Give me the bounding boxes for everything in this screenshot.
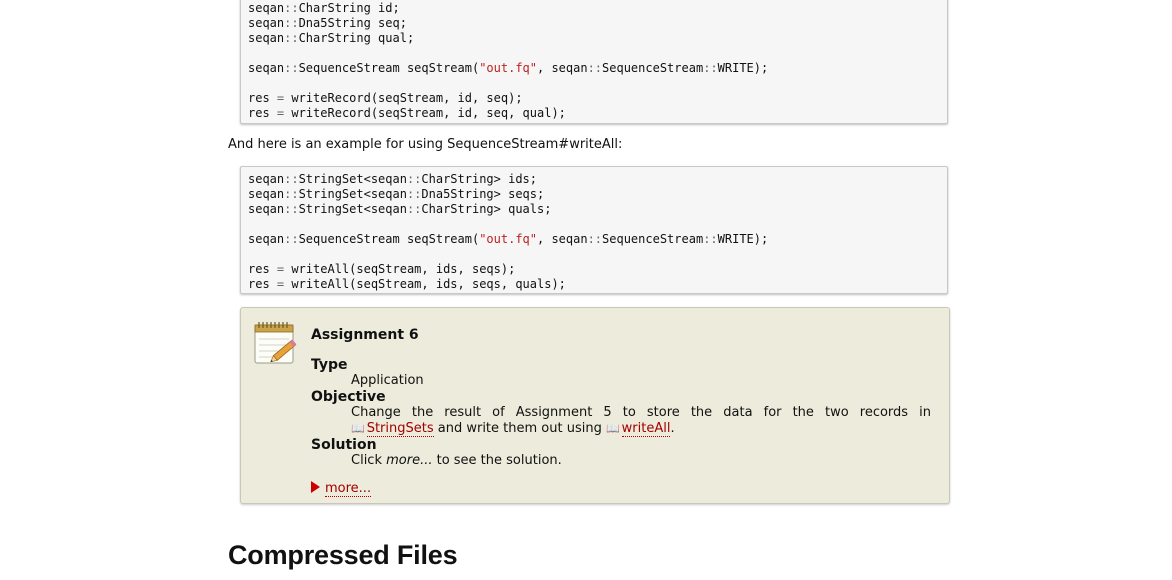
code-line: seqan::StringSet<seqan::CharString> ids; bbox=[248, 172, 947, 187]
code-token: res bbox=[248, 262, 277, 276]
code-token: writeRecord(seqStream, id, seq); bbox=[284, 91, 523, 105]
notepad-pencil-icon bbox=[254, 322, 297, 364]
code-token: seqan bbox=[248, 172, 285, 186]
code-string-literal: "out.fq" bbox=[479, 232, 537, 246]
code-operator: :: bbox=[703, 61, 718, 75]
more-toggle[interactable]: more... bbox=[311, 481, 372, 497]
book-icon: 📖 bbox=[605, 422, 620, 435]
assignment-box: Assignment 6 Type Application Objective … bbox=[240, 307, 950, 504]
code-line: seqan::StringSet<seqan::CharString> qual… bbox=[248, 202, 947, 217]
objective-mid-text: and write them out using bbox=[433, 421, 606, 436]
code-token: StringSet<seqan bbox=[298, 187, 407, 201]
code-token: writeRecord(seqStream, id, seq, qual); bbox=[284, 106, 566, 120]
code-token: SequenceStream seqStream( bbox=[298, 232, 480, 246]
code-operator: :: bbox=[703, 232, 718, 246]
code-line: res = writeAll(seqStream, ids, seqs, qua… bbox=[248, 277, 947, 292]
code-operator: :: bbox=[284, 16, 299, 30]
objective-label: Objective bbox=[311, 389, 386, 405]
code-line: seqan::CharString id; bbox=[248, 1, 947, 16]
type-label: Type bbox=[311, 357, 348, 373]
writeall-link[interactable]: writeAll bbox=[621, 421, 671, 437]
code-operator: :: bbox=[406, 202, 422, 216]
code-string-literal: "out.fq" bbox=[479, 61, 537, 75]
code-token: seqan bbox=[248, 202, 285, 216]
code-token: , seqan bbox=[537, 232, 588, 246]
code-operator: :: bbox=[284, 187, 299, 201]
code-token: StringSet<seqan bbox=[298, 172, 407, 186]
code-token: CharString> quals; bbox=[421, 202, 552, 216]
code-operator: :: bbox=[284, 232, 299, 246]
objective-line-1: Change the result of Assignment 5 to sto… bbox=[351, 405, 931, 420]
solution-emphasis: more... bbox=[386, 453, 433, 468]
section-heading: Compressed Files bbox=[228, 540, 458, 570]
code-line: seqan::SequenceStream seqStream("out.fq"… bbox=[248, 61, 947, 76]
code-token: CharString> ids; bbox=[421, 172, 537, 186]
code-operator: :: bbox=[406, 187, 422, 201]
code-token: StringSet<seqan bbox=[298, 202, 407, 216]
intro-paragraph: And here is an example for using Sequenc… bbox=[228, 137, 623, 152]
code-token: WRITE); bbox=[717, 232, 769, 246]
more-link[interactable]: more... bbox=[325, 481, 372, 497]
code-operator: :: bbox=[284, 1, 299, 15]
code-line: seqan::Dna5String seq; bbox=[248, 16, 947, 31]
code-token: seqan bbox=[248, 1, 285, 15]
code-token: res bbox=[248, 106, 277, 120]
code-token: res bbox=[248, 277, 277, 291]
expand-triangle-icon bbox=[311, 481, 320, 493]
stringsets-link[interactable]: StringSets bbox=[366, 421, 434, 437]
code-line: seqan::StringSet<seqan::Dna5String> seqs… bbox=[248, 187, 947, 202]
code-block-write-record: seqan::CharString id; seqan::Dna5String s… bbox=[240, 0, 948, 124]
code-token: seqan bbox=[248, 16, 285, 30]
solution-label: Solution bbox=[311, 437, 377, 453]
solution-pre-text: Click bbox=[351, 453, 387, 468]
code-line: res = writeRecord(seqStream, id, seq); bbox=[248, 91, 947, 106]
type-value: Application bbox=[351, 373, 424, 388]
code-token: SequenceStream seqStream( bbox=[298, 61, 480, 75]
code-operator: :: bbox=[587, 61, 603, 75]
code-token: writeAll(seqStream, ids, seqs); bbox=[284, 262, 516, 276]
code-operator: :: bbox=[284, 61, 299, 75]
assignment-title: Assignment 6 bbox=[311, 327, 419, 343]
solution-text: Click more... to see the solution. bbox=[351, 453, 562, 468]
code-token: SequenceStream bbox=[602, 232, 704, 246]
code-token: Dna5String> seqs; bbox=[421, 187, 545, 201]
code-token: seqan bbox=[248, 187, 285, 201]
code-line: seqan::SequenceStream seqStream("out.fq"… bbox=[248, 232, 947, 247]
code-operator: :: bbox=[406, 172, 422, 186]
objective-end-text: . bbox=[670, 421, 675, 436]
code-block-write-all: seqan::StringSet<seqan::CharString> ids;… bbox=[240, 166, 948, 294]
code-operator: :: bbox=[587, 232, 603, 246]
code-token: Dna5String seq; bbox=[298, 16, 407, 30]
code-token: seqan bbox=[248, 232, 285, 246]
code-token: SequenceStream bbox=[602, 61, 704, 75]
code-token: writeAll(seqStream, ids, seqs, quals); bbox=[284, 277, 566, 291]
code-token: res bbox=[248, 91, 277, 105]
code-token: seqan bbox=[248, 31, 285, 45]
code-line: res = writeAll(seqStream, ids, seqs); bbox=[248, 262, 947, 277]
book-icon: 📖 bbox=[351, 422, 365, 435]
code-token: WRITE); bbox=[717, 61, 769, 75]
code-line: res = writeRecord(seqStream, id, seq, qu… bbox=[248, 106, 947, 121]
code-token: seqan bbox=[248, 61, 285, 75]
code-token: CharString qual; bbox=[298, 31, 415, 45]
code-operator: :: bbox=[284, 202, 299, 216]
code-line: seqan::CharString qual; bbox=[248, 31, 947, 46]
code-operator: :: bbox=[284, 172, 299, 186]
objective-line-2: 📖 StringSets and write them out using 📖 wr… bbox=[351, 421, 675, 437]
code-token: CharString id; bbox=[298, 1, 400, 15]
solution-post-text: to see the solution. bbox=[432, 453, 562, 468]
code-token: , seqan bbox=[537, 61, 588, 75]
code-operator: :: bbox=[284, 31, 299, 45]
